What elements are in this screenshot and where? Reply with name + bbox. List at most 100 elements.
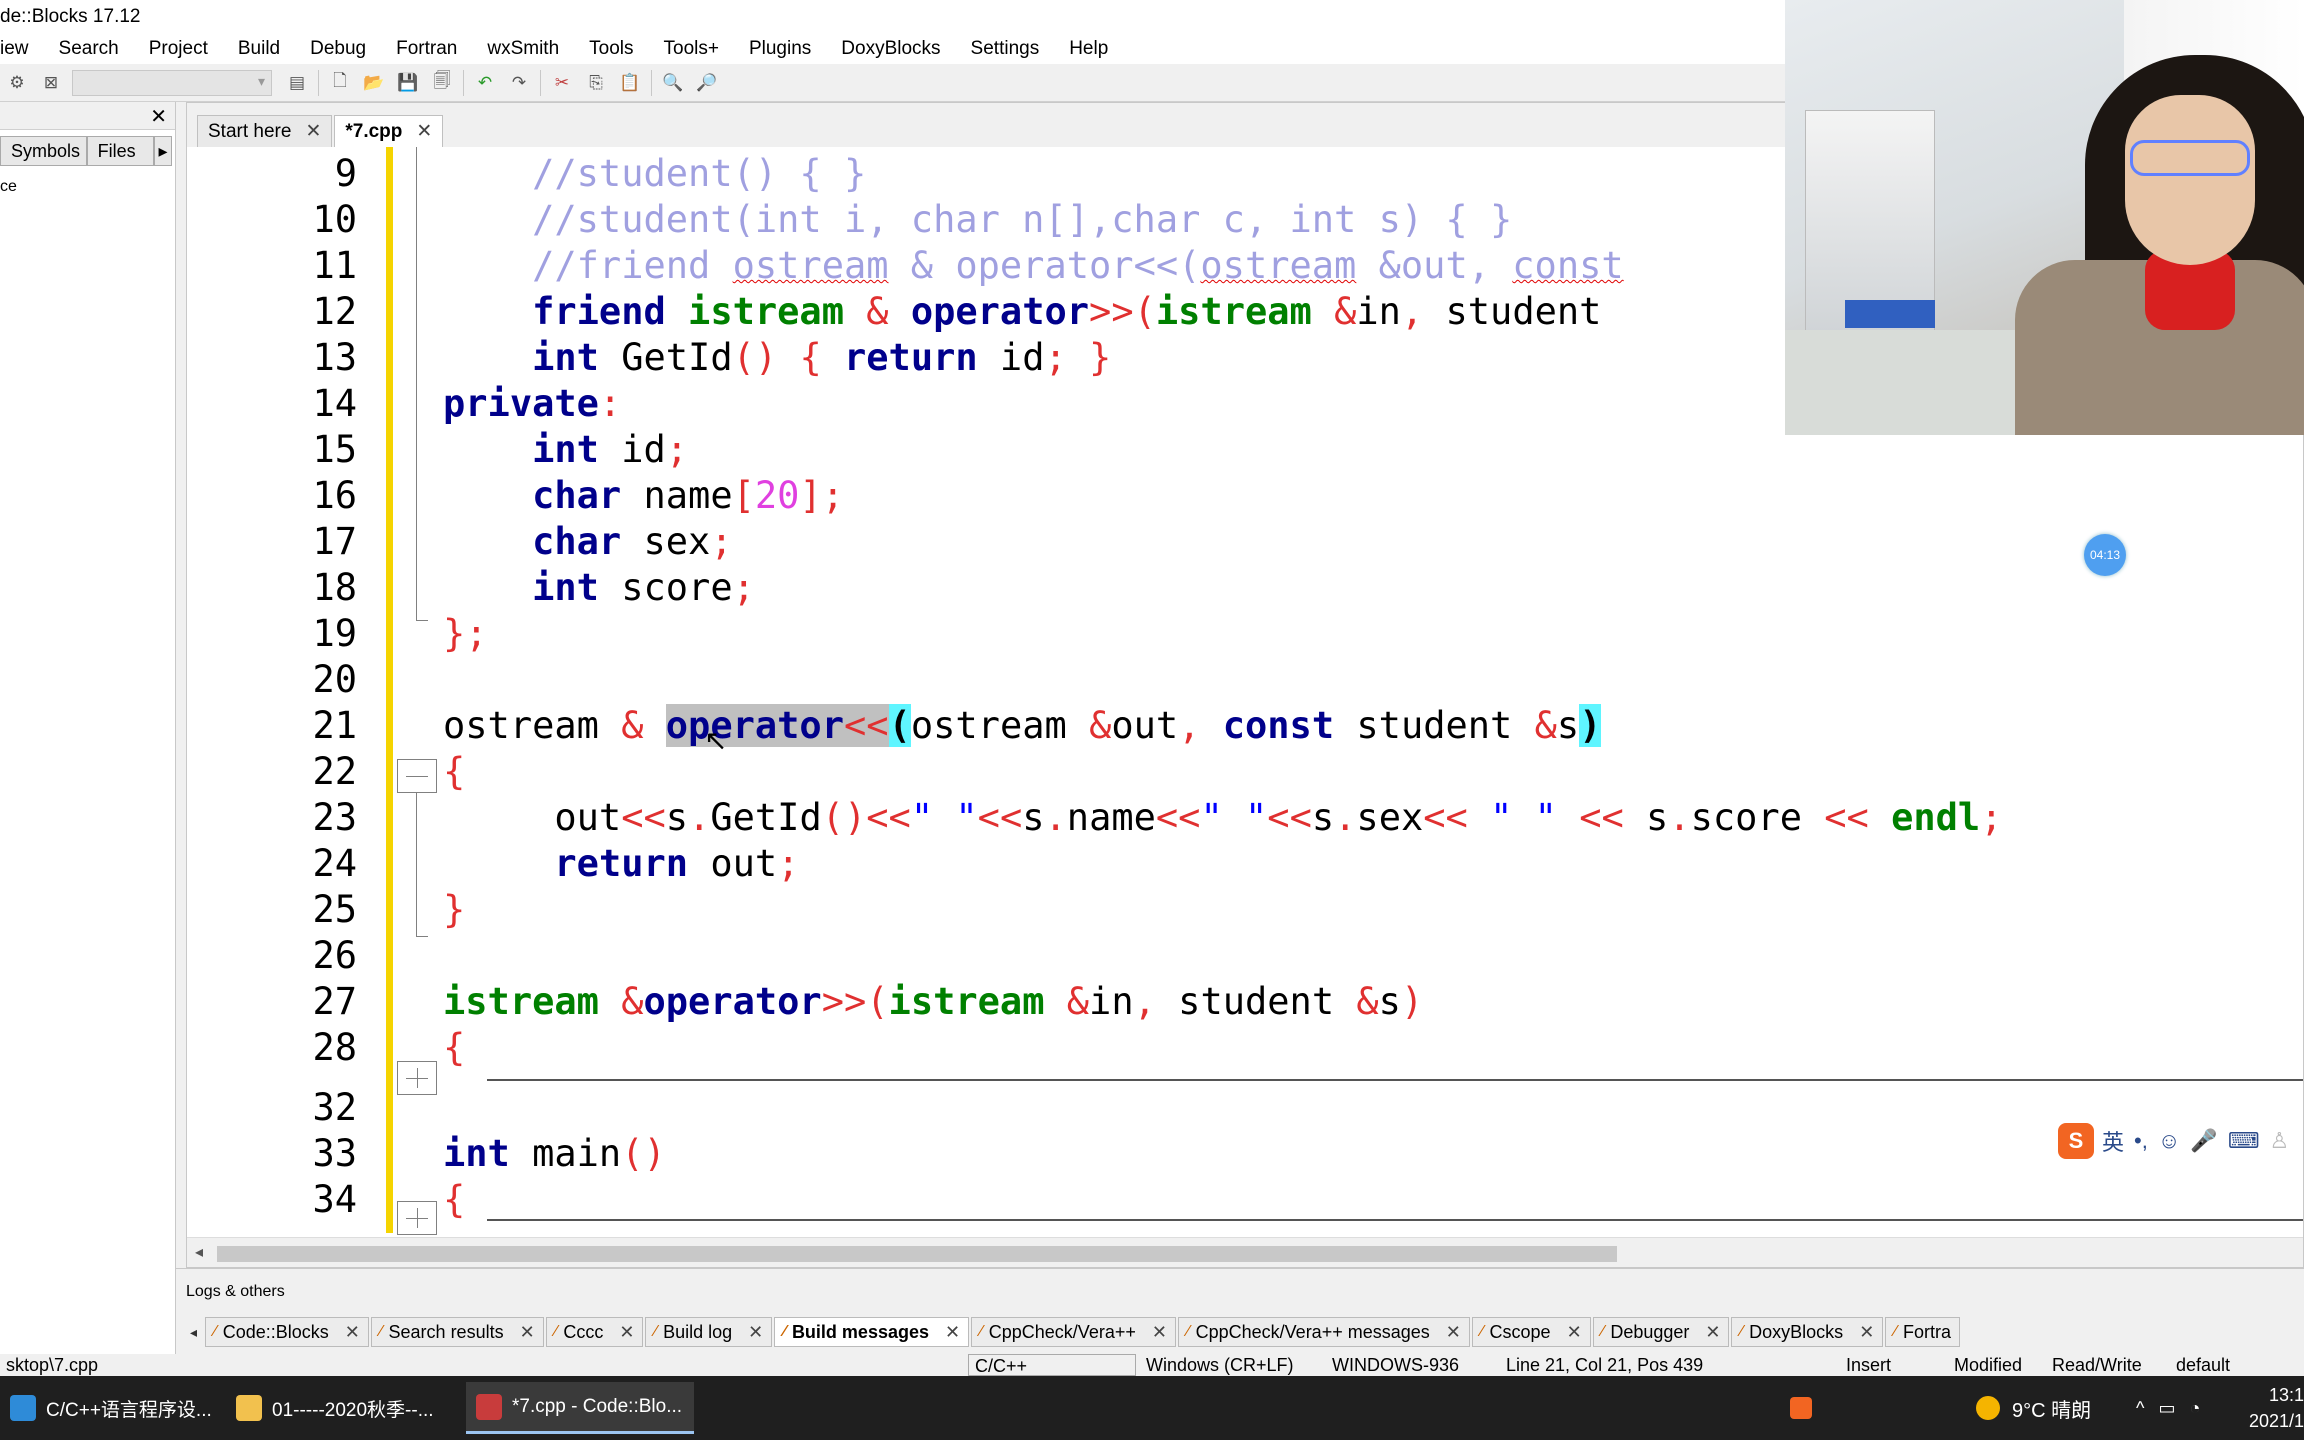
close-icon[interactable]: ✕	[619, 1322, 634, 1343]
save-all-icon[interactable]: 🗐	[429, 70, 455, 96]
user-icon[interactable]: ♙	[2269, 1128, 2289, 1154]
cut-icon[interactable]: ✂	[549, 70, 575, 96]
code-line: {	[443, 750, 466, 793]
menu-item[interactable]: Project	[149, 38, 223, 60]
log-tab[interactable]: ⁄ DoxyBlocks ✕	[1731, 1317, 1884, 1347]
close-icon[interactable]: ✕	[416, 120, 432, 143]
tab-scroll-left-icon[interactable]: ◂	[190, 1324, 197, 1341]
wifi-icon[interactable]: ◔	[2189, 1398, 2200, 1419]
menu-item[interactable]: DoxyBlocks	[841, 38, 955, 60]
scrollbar-thumb[interactable]	[217, 1246, 1617, 1262]
editor-tab[interactable]: Start here ✕	[197, 115, 333, 147]
code-line: char name[20];	[532, 474, 845, 517]
close-icon[interactable]: ✕	[945, 1322, 960, 1343]
clock[interactable]: 13:1 2021/1	[2240, 1382, 2304, 1434]
keyboard-icon[interactable]: ⌨	[2228, 1128, 2260, 1154]
log-tab[interactable]: ⁄ Code::Blocks ✕	[205, 1317, 369, 1347]
emoji-icon[interactable]: ☺	[2158, 1128, 2180, 1154]
editor-tab[interactable]: *7.cpp ✕	[334, 115, 444, 147]
save-icon[interactable]: 💾	[395, 70, 421, 96]
weather-text: 9°C 晴朗	[2012, 1399, 2092, 1422]
taskbar-item[interactable]: 01-----2020秋季--...	[226, 1382, 458, 1434]
open-file-icon[interactable]: 📂	[361, 70, 387, 96]
log-tab-icon: ⁄	[554, 1323, 558, 1340]
menu-item[interactable]: Help	[1069, 38, 1123, 60]
menu-item[interactable]: Build	[238, 38, 295, 60]
workspace-tree-item[interactable]: ce	[0, 178, 17, 196]
log-tab[interactable]: ⁄ Fortra	[1885, 1317, 1960, 1347]
build-target-combo[interactable]	[72, 69, 272, 96]
ime-language[interactable]: 英	[2102, 1125, 2124, 1157]
tab-scroll-right-icon[interactable]: ▸	[153, 136, 172, 166]
log-tab[interactable]: ⁄ Cscope ✕	[1471, 1317, 1591, 1347]
fold-expand-icon[interactable]	[397, 1201, 437, 1235]
weather[interactable]: 9°C 晴朗	[1976, 1376, 2091, 1440]
line-number: 17	[312, 520, 357, 563]
menu-item[interactable]: Debug	[310, 38, 381, 60]
scroll-left-icon[interactable]: ◂	[195, 1242, 203, 1262]
tab-symbols[interactable]: Symbols	[0, 136, 87, 166]
taskbar-item[interactable]: *7.cpp - Code::Blo...	[466, 1382, 694, 1434]
log-tab[interactable]: ⁄ CppCheck/Vera++ ✕	[971, 1317, 1176, 1347]
taskbar-item-label: C/C++语言程序设...	[46, 1399, 212, 1421]
log-tab[interactable]: ⁄ Cccc ✕	[545, 1317, 644, 1347]
code-line: private:	[443, 382, 622, 425]
close-icon[interactable]: ✕	[1446, 1322, 1461, 1343]
menu-item[interactable]: Search	[59, 38, 134, 60]
battery-icon[interactable]: ▭	[2158, 1398, 2175, 1419]
menu-item[interactable]: Settings	[971, 38, 1055, 60]
menu-item[interactable]: Tools	[589, 38, 648, 60]
close-icon[interactable]: ✕	[1859, 1322, 1874, 1343]
taskbar-item[interactable]: C/C++语言程序设...	[0, 1382, 214, 1434]
gear-icon[interactable]: ⚙	[4, 70, 30, 96]
log-tab[interactable]: ⁄ Build messages ✕	[774, 1317, 970, 1347]
close-icon[interactable]: ✕	[1152, 1322, 1167, 1343]
ime-toolbar[interactable]: S 英 •, ☺ 🎤 ⌨ ♙	[2058, 1122, 2299, 1160]
menu-item[interactable]: iew	[0, 38, 44, 60]
recording-timer[interactable]: 04:13	[2084, 534, 2126, 576]
log-tab[interactable]: ⁄ Build log ✕	[645, 1317, 773, 1347]
ime-tray-icon[interactable]	[1790, 1376, 1812, 1440]
find-icon[interactable]: 🔍	[660, 70, 686, 96]
close-icon[interactable]: ✕	[345, 1322, 360, 1343]
status-position: Line 21, Col 21, Pos 439	[1506, 1355, 1704, 1375]
close-icon[interactable]: ✕	[150, 104, 167, 129]
chevron-up-icon[interactable]: ^	[2136, 1398, 2144, 1419]
code-line: int score;	[532, 566, 755, 609]
line-number: 28	[312, 1026, 357, 1069]
close-icon[interactable]: ✕	[1567, 1322, 1582, 1343]
paste-icon[interactable]: 📋	[617, 70, 643, 96]
microphone-icon[interactable]: 🎤	[2190, 1128, 2217, 1154]
log-tab[interactable]: ⁄ Search results ✕	[370, 1317, 544, 1347]
copy-icon[interactable]: ⎘	[583, 70, 609, 96]
sogou-icon[interactable]: S	[2058, 1123, 2094, 1159]
new-file-icon[interactable]: 🗋	[327, 70, 353, 96]
stop-icon[interactable]: ⊠	[38, 70, 64, 96]
undo-icon[interactable]: ↶	[472, 70, 498, 96]
log-tab-label: CppCheck/Vera++	[988, 1321, 1136, 1342]
close-icon[interactable]: ✕	[305, 120, 321, 143]
horizontal-scrollbar[interactable]: ◂	[187, 1237, 2303, 1267]
log-tab-label: DoxyBlocks	[1749, 1321, 1844, 1342]
close-icon[interactable]: ✕	[748, 1322, 763, 1343]
line-number: 10	[312, 198, 357, 241]
fold-expand-icon[interactable]	[397, 1061, 437, 1095]
tray-icons[interactable]: ^ ▭ ◔	[2136, 1376, 2200, 1440]
close-icon[interactable]: ✕	[1705, 1322, 1720, 1343]
close-icon[interactable]: ✕	[520, 1322, 535, 1343]
status-file-path: sktop\7.cpp	[6, 1355, 99, 1375]
log-tab-icon: ⁄	[1740, 1323, 1744, 1340]
menu-item[interactable]: Fortran	[396, 38, 472, 60]
redo-icon[interactable]: ↷	[506, 70, 532, 96]
menu-item[interactable]: Plugins	[749, 38, 826, 60]
punctuation-icon[interactable]: •,	[2134, 1128, 2148, 1154]
menu-item[interactable]: wxSmith	[487, 38, 574, 60]
log-tab[interactable]: ⁄ Debugger ✕	[1592, 1317, 1730, 1347]
tab-files[interactable]: Files	[86, 136, 154, 166]
replace-icon[interactable]: 🔎	[694, 70, 720, 96]
log-tab[interactable]: ⁄ CppCheck/Vera++ messages ✕	[1177, 1317, 1470, 1347]
calculator-icon[interactable]: ▤	[284, 70, 310, 96]
menu-item[interactable]: Tools+	[664, 38, 734, 60]
fold-collapse-icon[interactable]	[397, 759, 437, 793]
